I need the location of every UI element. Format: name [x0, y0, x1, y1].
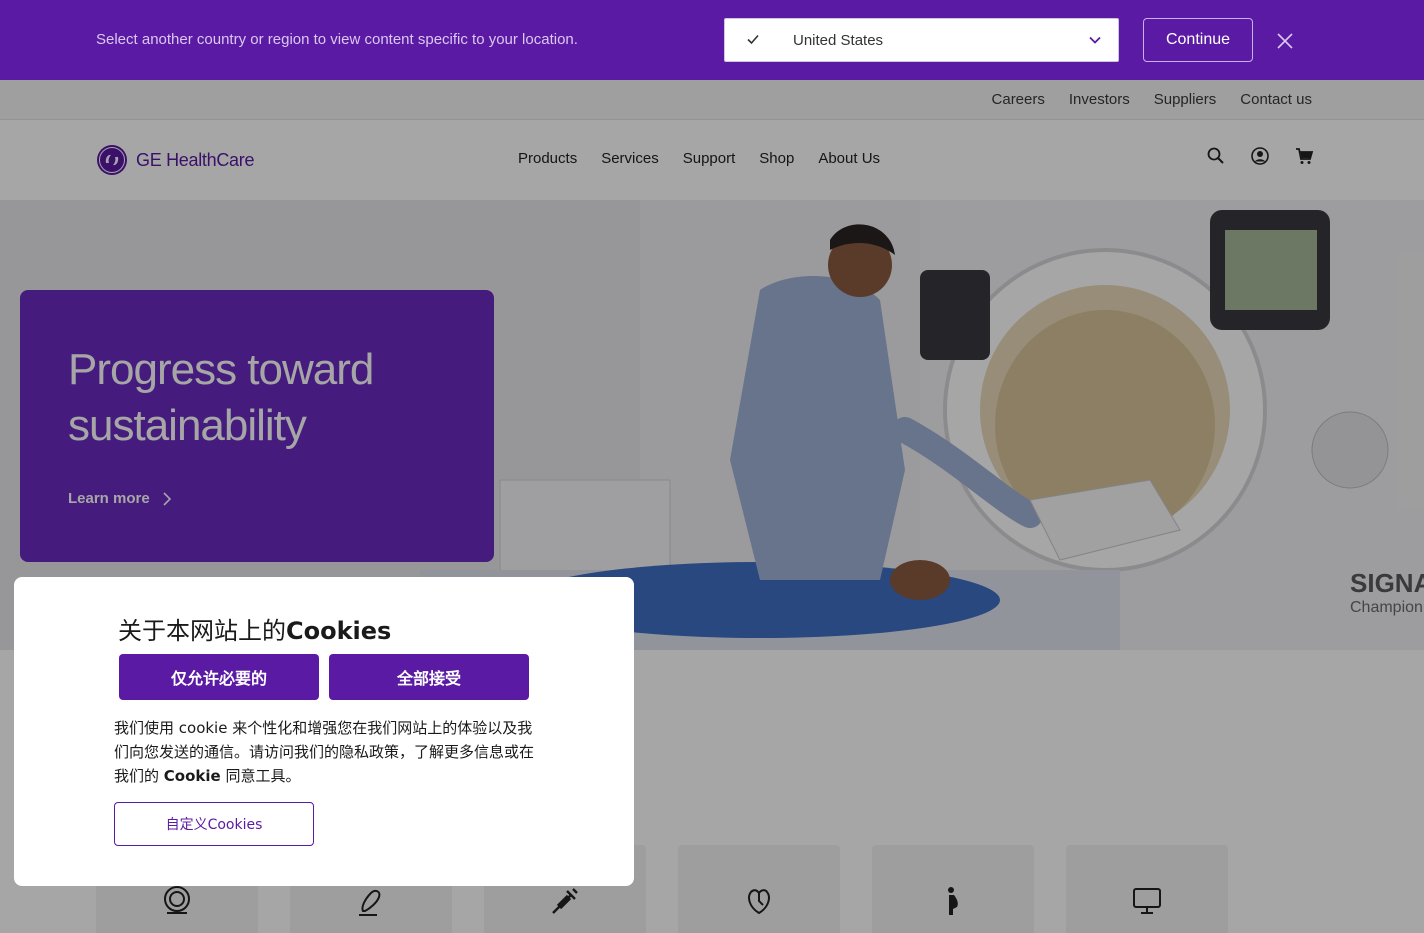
cookie-body-bold: Cookie [163, 767, 221, 785]
country-select-value: United States [793, 32, 884, 49]
cookie-title-bold: Cookies [286, 617, 392, 645]
country-banner-message: Select another country or region to view… [96, 31, 578, 48]
cookie-body-suffix: 同意工具。 [225, 767, 301, 785]
customize-cookies-button[interactable]: 自定义Cookies [114, 802, 314, 846]
close-icon[interactable] [1275, 31, 1295, 51]
chevron-down-icon [1089, 36, 1101, 44]
check-icon [747, 34, 759, 45]
country-select[interactable]: United States [724, 18, 1119, 62]
cookie-dialog-body: 我们使用 cookie 来个性化和增强您在我们网站上的体验以及我们向您发送的通信… [114, 716, 544, 788]
accept-all-button[interactable]: 全部接受 [329, 654, 529, 700]
cookie-dialog: 关于本网站上的Cookies 仅允许必要的 全部接受 我们使用 cookie 来… [14, 577, 634, 886]
cookie-dialog-title: 关于本网站上的Cookies [118, 611, 391, 646]
cookie-title-prefix: 关于本网站上的 [118, 617, 286, 645]
country-banner: Select another country or region to view… [0, 0, 1424, 80]
necessary-only-button[interactable]: 仅允许必要的 [119, 654, 319, 700]
continue-button[interactable]: Continue [1143, 18, 1253, 62]
